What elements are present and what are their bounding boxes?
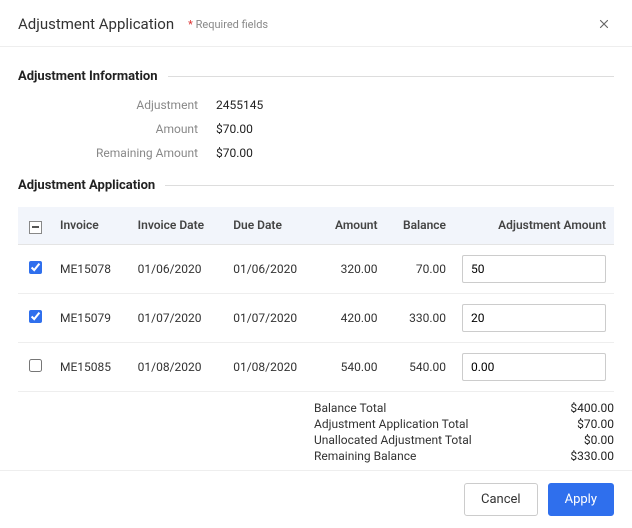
invoice-table: Invoice Invoice Date Due Date Amount Bal… [18,207,614,392]
amount-label: Amount [28,122,198,136]
invoice-date-cell: 01/06/2020 [130,244,226,293]
row-checkbox[interactable] [29,310,42,323]
unallocated-total-row: Unallocated Adjustment Total $0.00 [314,432,614,448]
adjustment-application-section: Adjustment Application Invoice Invoice D… [18,178,614,464]
table-header-row: Invoice Invoice Date Due Date Amount Bal… [18,207,614,244]
close-icon [597,17,611,31]
section-title: Adjustment Information [18,69,158,84]
due-date-cell: 01/07/2020 [225,293,318,342]
section-divider [168,76,614,77]
due-date-cell: 01/08/2020 [225,342,318,391]
remaining-amount-value: $70.00 [216,146,614,160]
col-balance: Balance [386,207,454,244]
invoice-cell: ME15079 [52,293,130,342]
balance-total-label: Balance Total [314,401,386,415]
amount-cell: 420.00 [318,293,386,342]
totals-inner: Balance Total $400.00 Adjustment Applica… [314,400,614,464]
unallocated-total-value: $0.00 [584,433,614,447]
modal-title: Adjustment Application [18,15,174,33]
modal-header: Adjustment Application * Required fields [0,0,632,47]
adjustment-value: 2455145 [216,98,614,112]
invoice-cell: ME15085 [52,342,130,391]
invoice-date-cell: 01/07/2020 [130,293,226,342]
required-fields-label: Required fields [196,18,268,31]
amount-cell: 320.00 [318,244,386,293]
row-checkbox-cell [18,293,52,342]
unallocated-total-label: Unallocated Adjustment Total [314,433,472,447]
due-date-cell: 01/06/2020 [225,244,318,293]
table-row: ME1507901/07/202001/07/2020420.00330.00 [18,293,614,342]
adjustment-amount-input[interactable] [462,304,606,332]
adjustment-information-section: Adjustment Information Adjustment 245514… [18,69,614,160]
adjustment-amount-cell [454,342,614,391]
section-divider [165,185,614,186]
minus-icon [32,226,39,228]
balance-total-value: $400.00 [570,401,614,415]
amount-cell: 540.00 [318,342,386,391]
row-checkbox-cell [18,342,52,391]
section-header: Adjustment Application [18,178,614,193]
modal-footer: Cancel Apply [0,470,632,528]
remaining-balance-row: Remaining Balance $330.00 [314,448,614,464]
required-asterisk: * [188,18,193,31]
invoice-cell: ME15078 [52,244,130,293]
row-checkbox-cell [18,244,52,293]
adjustment-label: Adjustment [28,98,198,112]
adjustment-amount-cell [454,244,614,293]
col-due-date: Due Date [225,207,318,244]
modal-body: Adjustment Information Adjustment 245514… [0,47,632,470]
adjustment-amount-input[interactable] [462,353,606,381]
table-row: ME1508501/08/202001/08/2020540.00540.00 [18,342,614,391]
balance-total-row: Balance Total $400.00 [314,400,614,416]
row-checkbox[interactable] [29,359,42,372]
table-row: ME1507801/06/202001/06/2020320.0070.00 [18,244,614,293]
adjustment-amount-cell [454,293,614,342]
app-total-row: Adjustment Application Total $70.00 [314,416,614,432]
balance-cell: 330.00 [386,293,454,342]
section-title: Adjustment Application [18,178,155,193]
amount-value: $70.00 [216,122,614,136]
app-total-label: Adjustment Application Total [314,417,468,431]
balance-cell: 70.00 [386,244,454,293]
app-total-value: $70.00 [577,417,614,431]
col-invoice: Invoice [52,207,130,244]
adjustment-application-modal: Adjustment Application * Required fields… [0,0,632,528]
row-checkbox[interactable] [29,261,42,274]
required-fields-note: * Required fields [188,18,268,31]
invoice-table-body: ME1507801/06/202001/06/2020320.0070.00ME… [18,244,614,391]
remaining-balance-label: Remaining Balance [314,449,416,463]
col-amount: Amount [318,207,386,244]
select-all-header [18,207,52,244]
remaining-amount-label: Remaining Amount [28,146,198,160]
remaining-balance-value: $330.00 [570,449,614,463]
section-header: Adjustment Information [18,69,614,84]
apply-button[interactable]: Apply [548,483,614,516]
cancel-button[interactable]: Cancel [464,483,538,516]
select-all-checkbox[interactable] [29,221,42,234]
adjustment-amount-input[interactable] [462,255,606,283]
balance-cell: 540.00 [386,342,454,391]
col-adjustment-amount: Adjustment Amount [454,207,614,244]
close-button[interactable] [594,14,614,34]
col-invoice-date: Invoice Date [130,207,226,244]
invoice-date-cell: 01/08/2020 [130,342,226,391]
totals-block: Balance Total $400.00 Adjustment Applica… [18,400,614,464]
info-grid: Adjustment 2455145 Amount $70.00 Remaini… [28,98,614,160]
